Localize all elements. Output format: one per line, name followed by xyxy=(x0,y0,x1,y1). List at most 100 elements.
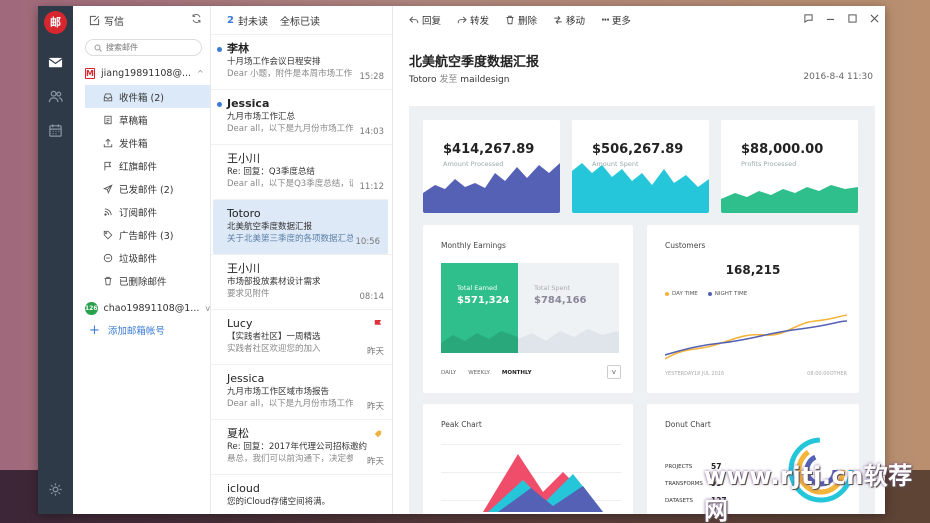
mail-item[interactable]: Jessica 九月市场工作汇总 Dear all，以下是九月份市场工作... … xyxy=(211,89,392,144)
gmail-icon: M xyxy=(85,68,95,79)
earned-value: $571,324 xyxy=(457,295,510,306)
mail-sender: 王小川 xyxy=(227,262,260,275)
red-flag-icon[interactable] xyxy=(374,320,382,328)
add-account-button[interactable]: + 添加邮箱帐号 xyxy=(73,320,210,340)
watermark: www.rjtj.cn软荐网 xyxy=(704,462,913,523)
mail-subject: 十月场工作会议日程安排 xyxy=(227,57,321,67)
forward-button[interactable]: 转发 xyxy=(457,13,489,27)
mail-item[interactable]: 王小川 市场部投放素材设计需求 要求见附件 08:14 xyxy=(211,254,392,309)
message-sender[interactable]: Totoro xyxy=(409,75,437,85)
axis-tick: 08:00:00 xyxy=(807,371,830,377)
mail-sender: 王小川 xyxy=(227,152,260,165)
calendar-icon[interactable] xyxy=(47,122,64,139)
compose-label: 写信 xyxy=(104,16,124,28)
mail-icon[interactable] xyxy=(47,54,64,71)
mail-item[interactable]: 王小川 Re: 回复：Q3季度总结 Dear all，以下是Q3季度总结，请..… xyxy=(211,144,392,199)
folder-label: 草稿箱 xyxy=(119,115,148,127)
earned-area-chart xyxy=(441,331,518,353)
tab-weekly[interactable]: WEEKLY xyxy=(468,370,490,376)
flag-icon xyxy=(104,161,112,170)
total-spent-panel: Total Spent $784,166 xyxy=(518,263,619,353)
axis-spacer xyxy=(724,371,807,377)
folder-ads[interactable]: 广告邮件 (3) xyxy=(73,223,210,246)
account-item-secondary[interactable]: 126 chao19891108@1... v xyxy=(73,297,210,320)
stat-area-chart xyxy=(572,163,709,213)
settings-icon[interactable] xyxy=(47,481,64,498)
reply-icon xyxy=(409,16,419,24)
window-controls xyxy=(804,14,879,23)
mail-sender: Totoro xyxy=(227,207,261,220)
reply-button[interactable]: 回复 xyxy=(409,13,441,27)
folder-outbox[interactable]: 发件箱 xyxy=(73,131,210,154)
tag-icon[interactable] xyxy=(374,430,382,438)
reply-label: 回复 xyxy=(422,16,442,27)
search-box[interactable] xyxy=(85,39,202,56)
minimize-icon[interactable] xyxy=(826,14,835,23)
folder-trash[interactable]: 已删除邮件 xyxy=(73,269,210,292)
customers-count: 168,215 xyxy=(725,263,781,277)
spent-value: $784,166 xyxy=(534,295,587,306)
mail-subject: 九月市场工作汇总 xyxy=(227,112,296,122)
mail-item[interactable]: icloud 您的iCloud存储空间将满。 xyxy=(211,474,392,514)
more-icon: ··· xyxy=(601,14,610,26)
compose-button[interactable]: 写信 xyxy=(89,13,124,28)
refresh-icon[interactable] xyxy=(191,13,202,27)
contacts-icon[interactable] xyxy=(47,88,64,105)
message-recipient[interactable]: maildesign xyxy=(460,75,509,85)
folder-label: 红旗邮件 xyxy=(119,161,158,173)
donut-label: PROJECTS xyxy=(665,464,693,470)
more-button[interactable]: ··· 更多 xyxy=(601,13,631,28)
axis-tick: YESTERDAY xyxy=(665,371,694,377)
folder-label: 广告邮件 (3) xyxy=(119,230,174,242)
move-button[interactable]: 移动 xyxy=(553,13,585,27)
search-icon xyxy=(94,44,102,52)
move-label: 移动 xyxy=(566,16,586,27)
mark-all-read-button[interactable]: 全标已读 xyxy=(280,13,320,28)
mail-item[interactable]: Jessica 九月市场工作区域市场报告 Dear all，以下是九月份市场工作… xyxy=(211,364,392,419)
chevron-up-icon[interactable]: ^ xyxy=(197,69,204,78)
chevron-down-icon[interactable]: v xyxy=(607,365,621,379)
folder-flagged[interactable]: 红旗邮件 xyxy=(73,154,210,177)
move-icon xyxy=(554,15,562,25)
mail-item[interactable]: 李林 十月场工作会议日程安排 Dear 小题，附件是本周市场工作... 15:2… xyxy=(211,34,392,89)
mail-item[interactable]: Lucy 【实践者社区】一周精选 实践者社区欢迎您的加入 昨天 xyxy=(211,309,392,364)
donut-label: TRANSFORMS xyxy=(665,481,703,487)
folder-spam[interactable]: 垃圾邮件 xyxy=(73,246,210,269)
tab-daily[interactable]: DAILY xyxy=(441,370,456,376)
message-meta: Totoro 发至 maildesign xyxy=(409,72,509,85)
folder-subscriptions[interactable]: 订阅邮件 xyxy=(73,200,210,223)
unread-filter[interactable]: 封未读 xyxy=(238,13,268,28)
customers-axis: YESTERDAY 18 JUL 2016 08:00:00 OTHER xyxy=(665,371,847,377)
mail-preview: Dear all，以下是九月份市场工作... xyxy=(227,399,353,409)
mail-preview: Dear all，以下是Q3季度总结，请... xyxy=(227,179,353,189)
mail-item[interactable]: 夏松 Re: 回复：2017年代理公司招标邀约 悬总，我们可以前沟通下，决定参加… xyxy=(211,419,392,474)
mail-item-selected[interactable]: Totoro 北美航空季度数据汇报 关于北美第三季度的各项数据汇总... 10:… xyxy=(213,199,388,254)
mail-preview: 悬总，我们可以前沟通下，决定参加的... xyxy=(227,454,353,464)
feedback-icon[interactable] xyxy=(804,14,813,23)
mail-subject: 九月市场工作区域市场报告 xyxy=(227,387,330,397)
delete-button[interactable]: 删除 xyxy=(505,13,537,27)
folder-drafts[interactable]: 草稿箱 xyxy=(73,108,210,131)
maximize-icon[interactable] xyxy=(848,14,857,23)
account-item-primary[interactable]: M jiang19891108@... ^ xyxy=(73,62,210,85)
monthly-earnings-card: Monthly Earnings Total Earned $571,324 T… xyxy=(423,225,633,393)
folder-inbox[interactable]: 收件箱 (2) xyxy=(85,85,210,108)
message-title: 北美航空季度数据汇报 xyxy=(409,55,540,70)
folder-sent[interactable]: 已发邮件 (2) xyxy=(73,177,210,200)
inbox-icon xyxy=(103,92,113,101)
delete-label: 删除 xyxy=(518,16,538,27)
search-input[interactable] xyxy=(106,43,186,52)
unread-dot xyxy=(217,47,222,52)
mail-preview: 要求见附件 xyxy=(227,289,270,299)
chevron-down-icon[interactable]: v xyxy=(205,304,210,313)
tab-monthly[interactable]: MONTHLY xyxy=(502,370,532,376)
stat-area-chart xyxy=(423,163,560,213)
mail-time: 11:12 xyxy=(359,182,385,192)
folder-label: 收件箱 (2) xyxy=(119,92,164,104)
account-badge: 126 xyxy=(85,302,98,315)
app-logo: 邮 xyxy=(44,11,67,34)
earned-label: Total Earned xyxy=(457,284,498,292)
close-icon[interactable] xyxy=(870,14,879,23)
mail-app-window: 邮 写信 M jiang19891108@... ^ 收件箱 (2) 草稿箱 发… xyxy=(38,6,885,514)
card-title: Donut Chart xyxy=(665,420,711,429)
